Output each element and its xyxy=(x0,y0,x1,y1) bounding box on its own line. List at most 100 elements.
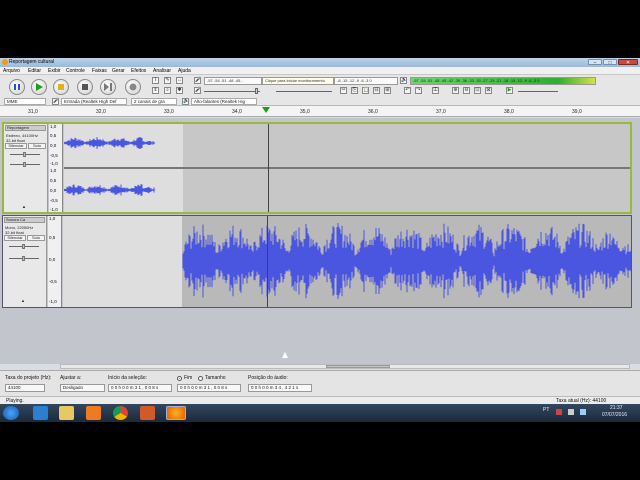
stop-button[interactable] xyxy=(77,79,93,95)
skip-end-button[interactable] xyxy=(100,79,116,95)
timeline-ruler[interactable]: 31,0 32,0 33,0 34,0 35,0 36,0 37,0 38,0 … xyxy=(0,106,640,117)
clock-date[interactable]: 07/07/2016 xyxy=(602,412,627,418)
mic-volume-slider[interactable] xyxy=(204,91,260,92)
waveform-area[interactable] xyxy=(64,124,630,212)
language-indicator[interactable]: PT xyxy=(543,407,549,413)
envelope-tool-icon[interactable]: ⇕ xyxy=(152,87,159,94)
pan-slider[interactable] xyxy=(10,162,40,167)
track-name-menu[interactable]: Sonora Ca xyxy=(4,217,45,223)
record-meter[interactable]: -57 -54 -51 -48 -45 - xyxy=(204,77,262,85)
menu-controle[interactable]: Controle xyxy=(66,68,85,74)
output-device-select[interactable]: Alto-falantes (Realtek Hig xyxy=(191,98,257,105)
zoom-out-icon[interactable]: ⊖ xyxy=(463,87,470,94)
record-meter-right[interactable]: -8 -15 -12 -9 -6 -3 0 xyxy=(334,77,398,85)
close-button[interactable]: ✕ xyxy=(618,59,638,66)
scale-label: -1,0 xyxy=(50,207,58,212)
playback-meter[interactable]: -57 -54 -51 -48 -45 -42 -39 -36 -33 -30 … xyxy=(410,77,596,85)
input-channels-select[interactable]: 2 canais de gra xyxy=(131,98,177,105)
collapse-arrow-icon[interactable]: ▲ xyxy=(21,298,25,303)
solo-button[interactable]: Solo xyxy=(28,143,46,149)
collapse-arrow-icon[interactable]: ▲ xyxy=(22,204,26,209)
gain-slider[interactable] xyxy=(10,152,40,157)
loop-button[interactable] xyxy=(53,79,69,95)
mouse-cursor-icon xyxy=(282,352,288,358)
menu-analisar[interactable]: Analisar xyxy=(153,68,171,74)
record-button[interactable] xyxy=(125,79,141,95)
multi-tool-icon[interactable]: ✱ xyxy=(176,87,183,94)
gain-slider[interactable] xyxy=(9,244,39,249)
menu-arquivo[interactable]: Arquivo xyxy=(3,68,20,74)
silence-icon[interactable]: ⊞ xyxy=(384,87,391,94)
pan-slider[interactable] xyxy=(9,256,39,261)
media-player-icon[interactable] xyxy=(86,406,101,420)
project-rate-select[interactable]: 44100 xyxy=(5,384,45,392)
app-icon[interactable] xyxy=(140,406,155,420)
start-button[interactable] xyxy=(3,406,19,420)
track-reportagem[interactable]: Reportagem Estéreo, 44100Hz 32-bit float… xyxy=(2,122,632,214)
menu-editar[interactable]: Editar xyxy=(28,68,41,74)
cut-icon[interactable]: ✂ xyxy=(340,87,347,94)
fit-selection-icon[interactable]: ⊡ xyxy=(474,87,481,94)
track-name-menu[interactable]: Reportagem xyxy=(5,125,46,131)
tray-icons[interactable] xyxy=(556,409,596,415)
fit-project-icon[interactable]: ⊠ xyxy=(485,87,492,94)
menu-exibir[interactable]: Exibir xyxy=(48,68,61,74)
trim-icon[interactable]: ⊟ xyxy=(373,87,380,94)
scale-label: 0,5 xyxy=(50,133,57,138)
chrome-icon[interactable] xyxy=(113,406,128,420)
scroll-thumb[interactable] xyxy=(326,365,390,368)
play-head-marker[interactable] xyxy=(262,107,270,113)
menu-gerar[interactable]: Gerar xyxy=(112,68,125,74)
undo-icon[interactable]: ↶ xyxy=(404,87,411,94)
track-sonora[interactable]: Sonora Ca Mono, 22050Hz 32-bit float Sil… xyxy=(2,215,632,308)
play-speed-slider[interactable] xyxy=(518,91,558,92)
timeshift-tool-icon[interactable]: ↔ xyxy=(176,77,183,84)
toolbar: I ⇕ ✎ ⌕ ↔ ✱ 🎤 -57 -54 -51 -48 -45 - Cliq… xyxy=(0,75,640,106)
ruler-label: 36,0 xyxy=(368,109,378,115)
solo-button[interactable]: Solo xyxy=(27,235,45,241)
zoom-in-icon[interactable]: ⊕ xyxy=(452,87,459,94)
end-radio[interactable] xyxy=(177,376,182,381)
menu-ajuda[interactable]: Ajuda xyxy=(178,68,191,74)
sync-lock-icon[interactable]: ⚿ xyxy=(432,87,439,94)
audacity-taskbar-icon[interactable] xyxy=(166,406,186,420)
internet-explorer-icon[interactable] xyxy=(33,406,48,420)
gain-knob[interactable] xyxy=(22,244,25,249)
play-volume-slider[interactable] xyxy=(276,91,332,92)
record-meter-hint[interactable]: Clique para iniciar monitoramento xyxy=(262,77,334,85)
audio-host-select[interactable]: MME xyxy=(4,98,46,105)
audio-position-field[interactable]: 0 0 h 0 0 m 3 4 , 4 2 1 s xyxy=(248,384,312,392)
stop-icon xyxy=(82,84,88,90)
maximize-button[interactable]: □ xyxy=(603,59,617,66)
selection-tool-icon[interactable]: I xyxy=(152,77,159,84)
pan-knob[interactable] xyxy=(23,162,26,167)
waveform-area[interactable] xyxy=(63,216,631,307)
redo-icon[interactable]: ↷ xyxy=(415,87,422,94)
horizontal-scrollbar[interactable] xyxy=(60,364,630,369)
input-device-select[interactable]: Entrada (Realtek High Def xyxy=(61,98,127,105)
mic-volume-knob[interactable] xyxy=(255,88,258,94)
paste-icon[interactable]: 📋 xyxy=(362,87,369,94)
clock-time[interactable]: 21:37 xyxy=(610,405,623,411)
selection-start-field[interactable]: 0 0 h 0 0 m 3 1 , 0 0 8 s xyxy=(108,384,172,392)
pause-button[interactable] xyxy=(9,79,25,95)
play-button[interactable] xyxy=(31,79,47,95)
file-explorer-icon[interactable] xyxy=(59,406,74,420)
mute-button[interactable]: Silenciar xyxy=(5,143,27,149)
selection-end-field[interactable]: 0 0 h 0 0 m 3 1 , 0 0 8 s xyxy=(177,384,241,392)
mute-button[interactable]: Silenciar xyxy=(4,235,26,241)
minimize-button[interactable]: – xyxy=(588,59,602,66)
copy-icon[interactable]: ⎘ xyxy=(351,87,358,94)
zoom-tool-icon[interactable]: ⌕ xyxy=(164,87,171,94)
mic-volume-icon: 🎤 xyxy=(194,87,202,94)
audio-position-label: Posição do áudio: xyxy=(248,375,288,381)
menu-faixas[interactable]: Faixas xyxy=(92,68,107,74)
menu-efeitos[interactable]: Efeitos xyxy=(131,68,146,74)
snap-select[interactable]: Desligado xyxy=(60,384,105,392)
gain-knob[interactable] xyxy=(23,152,26,157)
pan-knob[interactable] xyxy=(22,256,25,261)
play-at-speed-icon[interactable]: ▶ xyxy=(506,87,513,94)
draw-tool-icon[interactable]: ✎ xyxy=(164,77,171,84)
length-radio[interactable] xyxy=(198,376,203,381)
speaker-device-icon: 🔈 xyxy=(182,98,190,105)
